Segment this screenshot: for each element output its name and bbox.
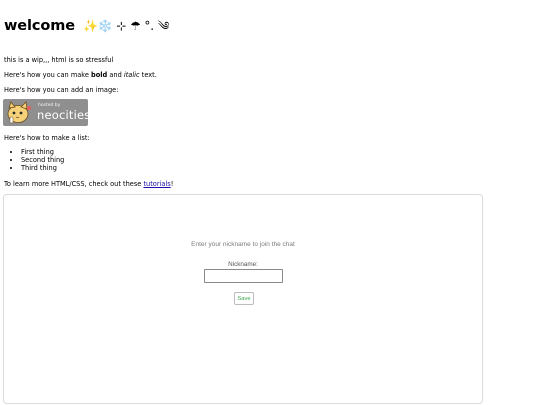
list-item: First thing	[21, 148, 64, 156]
nickname-input[interactable]	[204, 269, 283, 283]
bold-text: bold	[91, 71, 108, 79]
list-intro-text: Here's how to make a list:	[4, 134, 90, 142]
title-decoration: ✨❄️ ⊹ ☂ °. ༄	[82, 19, 170, 33]
nickname-label: Nickname:	[228, 261, 258, 268]
intro-text: this is a wip,,, html is so stressful	[4, 56, 114, 64]
learn-suffix: !	[170, 180, 174, 188]
learn-prefix: To learn more HTML/CSS, check out these	[4, 180, 144, 188]
italic-text: italic	[123, 71, 140, 79]
neocities-cat-icon	[7, 101, 31, 124]
badge-brand: neocities	[37, 108, 91, 122]
formatting-text: Here's how you can make bold and italic …	[4, 71, 157, 79]
save-button[interactable]: Save	[234, 292, 254, 305]
page-title: welcome ✨❄️ ⊹ ☂ °. ༄	[4, 13, 169, 47]
list-item: Third thing	[21, 164, 64, 172]
tutorials-link[interactable]: tutorials	[143, 180, 170, 188]
page-title-text: welcome	[4, 18, 76, 34]
formatting-prefix: Here's how you can make	[4, 71, 92, 79]
image-intro-text: Here's how you can add an image:	[4, 86, 119, 94]
chat-widget: Enter your nickname to join the chat Nic…	[3, 194, 483, 404]
neocities-badge[interactable]: hosted by neocities	[3, 99, 91, 126]
learn-more-text: To learn more HTML/CSS, check out these …	[4, 180, 173, 188]
formatting-middle: and	[107, 71, 124, 79]
example-list: First thing Second thing Third thing	[4, 148, 64, 172]
list-item: Second thing	[21, 156, 64, 164]
chat-join-prompt: Enter your nickname to join the chat	[191, 241, 295, 248]
formatting-suffix: text.	[139, 71, 157, 79]
